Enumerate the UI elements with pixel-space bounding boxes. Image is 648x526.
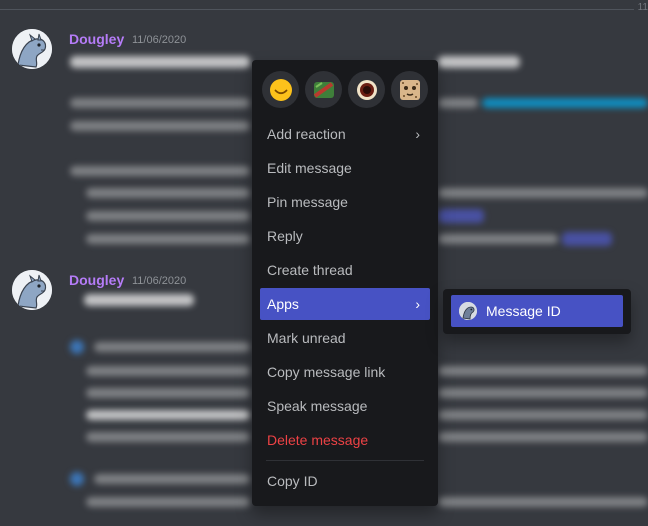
- menu-item-label: Copy ID: [267, 473, 318, 489]
- menu-item-label: Edit message: [267, 160, 352, 176]
- menu-item-label: Mark unread: [267, 330, 346, 346]
- message-timestamp: 11/06/2020: [132, 275, 187, 287]
- menu-item-delete-message[interactable]: Delete message: [260, 424, 430, 456]
- apps-submenu: Message ID: [443, 289, 631, 334]
- message-context-menu: Add reaction › Edit message Pin message …: [252, 60, 438, 506]
- quick-reaction-3[interactable]: [348, 71, 385, 108]
- message-author[interactable]: Dougley: [69, 31, 124, 47]
- menu-item-reply[interactable]: Reply: [260, 220, 430, 252]
- menu-item-label: Speak message: [267, 398, 368, 414]
- menu-item-label: Create thread: [267, 262, 353, 278]
- submenu-item-label: Message ID: [486, 303, 561, 319]
- new-messages-divider: [0, 9, 634, 10]
- dragon-avatar-icon: [12, 270, 52, 310]
- message-timestamp: 11/06/2020: [132, 34, 187, 46]
- menu-item-speak-message[interactable]: Speak message: [260, 390, 430, 422]
- custom-emoji-3-icon: [399, 79, 420, 100]
- quick-reaction-2[interactable]: [305, 71, 342, 108]
- menu-item-label: Add reaction: [267, 126, 346, 142]
- menu-item-label: Copy message link: [267, 364, 386, 380]
- menu-item-label: Delete message: [267, 432, 369, 448]
- menu-item-label: Reply: [267, 228, 303, 244]
- menu-item-apps[interactable]: Apps ›: [260, 288, 430, 320]
- dragon-avatar-icon: [12, 29, 52, 69]
- menu-item-copy-id[interactable]: Copy ID: [260, 465, 430, 497]
- quick-reactions: [260, 68, 430, 114]
- avatar[interactable]: [12, 29, 52, 69]
- menu-item-mark-unread[interactable]: Mark unread: [260, 322, 430, 354]
- menu-item-add-reaction[interactable]: Add reaction ›: [260, 118, 430, 150]
- quick-reaction-1[interactable]: [262, 71, 299, 108]
- submenu-item-message-id[interactable]: Message ID: [451, 295, 623, 327]
- smile-emoji-icon: [269, 78, 292, 101]
- menu-item-copy-message-link[interactable]: Copy message link: [260, 356, 430, 388]
- custom-emoji-1-icon: [313, 81, 334, 98]
- chevron-right-icon: ›: [415, 126, 420, 142]
- menu-separator: [266, 460, 424, 461]
- custom-emoji-2-icon: [356, 79, 377, 100]
- menu-item-create-thread[interactable]: Create thread: [260, 254, 430, 286]
- quick-reaction-4[interactable]: [391, 71, 428, 108]
- menu-item-pin-message[interactable]: Pin message: [260, 186, 430, 218]
- menu-item-edit-message[interactable]: Edit message: [260, 152, 430, 184]
- chevron-right-icon: ›: [415, 296, 420, 312]
- menu-item-label: Apps: [267, 296, 299, 312]
- menu-item-label: Pin message: [267, 194, 348, 210]
- app-avatar-icon: [459, 302, 477, 320]
- message-author[interactable]: Dougley: [69, 272, 124, 288]
- avatar[interactable]: [12, 270, 52, 310]
- divider-label: 11: [637, 2, 648, 13]
